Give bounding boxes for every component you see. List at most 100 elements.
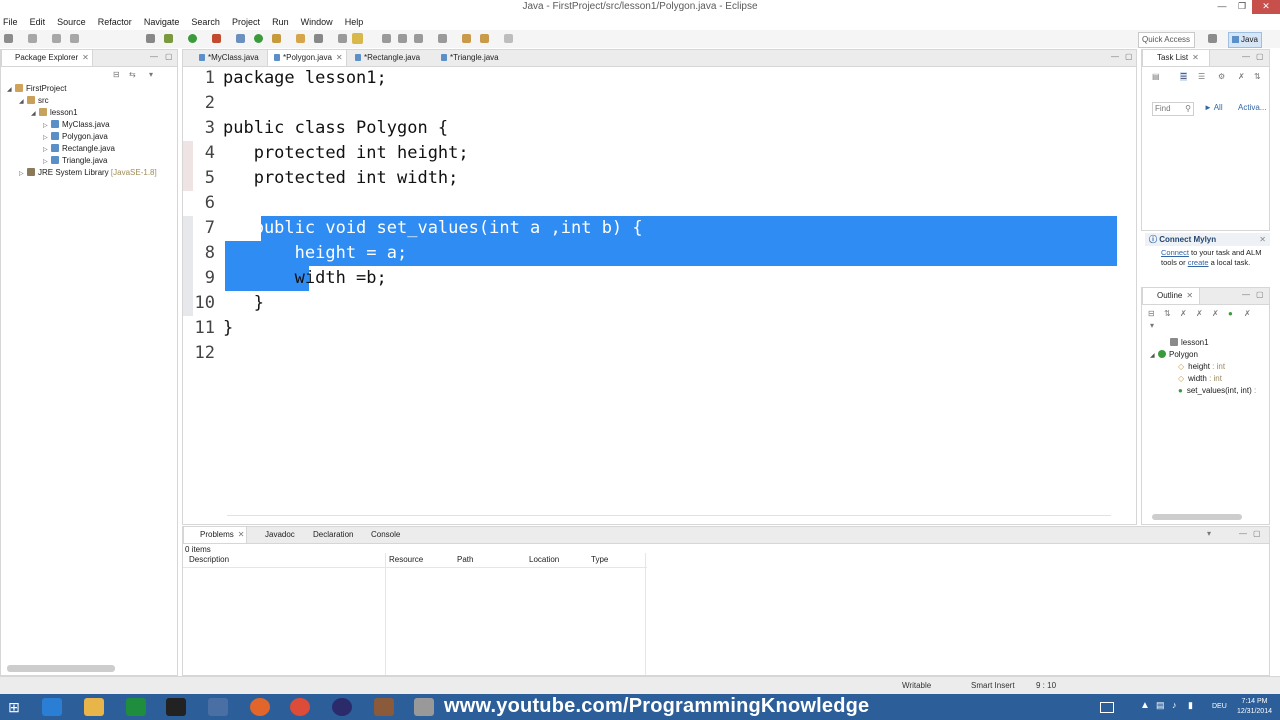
- block-selection-icon[interactable]: [398, 34, 407, 43]
- save-icon[interactable]: [28, 34, 37, 43]
- chrome-icon[interactable]: [290, 698, 310, 716]
- code-text[interactable]: package lesson1;: [223, 66, 387, 91]
- maximize-button[interactable]: ❐: [1232, 0, 1252, 14]
- code-text[interactable]: height = a;: [223, 241, 408, 266]
- tab-task-list[interactable]: Task List ✕: [1142, 50, 1210, 66]
- amazon-icon[interactable]: [166, 698, 186, 716]
- view-menu-icon[interactable]: ▾: [1207, 529, 1211, 538]
- hide-static-icon[interactable]: ✗: [1196, 309, 1203, 318]
- new-icon[interactable]: [4, 34, 13, 43]
- minimize-icon[interactable]: —: [150, 52, 158, 61]
- tab-outline[interactable]: Outline ✕: [1142, 288, 1200, 304]
- tree-item-file[interactable]: ▷ MyClass.java: [43, 119, 110, 131]
- new-java-project-icon[interactable]: [236, 34, 245, 43]
- maximize-icon[interactable]: ▢: [1256, 290, 1264, 299]
- code-text[interactable]: width =b;: [223, 266, 387, 291]
- menu-file[interactable]: File: [0, 14, 24, 30]
- outline-item-method[interactable]: ● set_values(int, int) :: [1178, 385, 1256, 397]
- menu-edit[interactable]: Edit: [27, 14, 52, 30]
- connect-link[interactable]: Connect: [1161, 248, 1189, 257]
- sort-icon[interactable]: ⇅: [1164, 309, 1171, 318]
- tab-rectangle[interactable]: *Rectangle.java: [351, 50, 431, 66]
- close-icon[interactable]: ✕: [336, 53, 343, 62]
- open-type-icon[interactable]: [296, 34, 305, 43]
- column-header[interactable]: Type: [591, 555, 608, 564]
- tab-declaration[interactable]: Declaration: [301, 527, 353, 543]
- tab-console[interactable]: Console: [359, 527, 400, 543]
- open-perspective-icon[interactable]: [1208, 34, 1217, 43]
- minimize-icon[interactable]: —: [1239, 529, 1247, 538]
- outline-item-field[interactable]: ◇ height : int: [1178, 361, 1225, 373]
- new-class-icon[interactable]: [272, 34, 281, 43]
- highlight-icon[interactable]: [352, 33, 363, 44]
- expand-icon[interactable]: ▷: [19, 168, 27, 180]
- eclipse-icon[interactable]: [332, 698, 352, 716]
- maximize-icon[interactable]: ▢: [1253, 529, 1261, 538]
- run-icon[interactable]: [188, 34, 197, 43]
- tree-item-project[interactable]: ◢ FirstProject: [7, 83, 66, 95]
- forward-icon[interactable]: [480, 34, 489, 43]
- close-icon[interactable]: ✕: [1259, 233, 1266, 246]
- link-editor-icon[interactable]: ⇆: [129, 70, 136, 79]
- tree-item-package[interactable]: ◢ lesson1: [31, 107, 78, 119]
- menu-navigate[interactable]: Navigate: [141, 14, 186, 30]
- print-icon[interactable]: [70, 34, 79, 43]
- tree-item-jre[interactable]: ▷ JRE System Library [JavaSE-1.8]: [19, 167, 157, 179]
- tab-triangle[interactable]: *Triangle.java: [437, 50, 517, 66]
- save-all-icon[interactable]: [52, 34, 61, 43]
- expand-icon[interactable]: ◢: [1150, 350, 1158, 362]
- expand-icon[interactable]: ◢: [7, 84, 15, 96]
- tree-item-src[interactable]: ◢ src: [19, 95, 49, 107]
- code-editor[interactable]: 1 package lesson1; 2 3 public class Polygo…: [183, 66, 1138, 530]
- find-input[interactable]: Find ⚲: [1152, 102, 1194, 116]
- hide-fields-icon[interactable]: ✗: [1180, 309, 1187, 318]
- back-icon[interactable]: [462, 34, 471, 43]
- view-menu-icon[interactable]: ▾: [149, 70, 153, 79]
- menu-source[interactable]: Source: [54, 14, 92, 30]
- code-text[interactable]: public class Polygon {: [223, 116, 448, 141]
- toggle-mark-icon[interactable]: [338, 34, 347, 43]
- activate-link[interactable]: Activa...: [1238, 103, 1266, 112]
- maximize-icon[interactable]: ▢: [165, 52, 173, 61]
- keyboard-icon[interactable]: [1100, 702, 1114, 713]
- code-text[interactable]: protected int width;: [223, 166, 459, 191]
- hide-completed-icon[interactable]: ✗: [1238, 72, 1245, 81]
- synchronize-icon[interactable]: ⇅: [1254, 72, 1261, 81]
- outline-item-package[interactable]: lesson1: [1162, 337, 1209, 349]
- link-editor-icon[interactable]: ✗: [1244, 309, 1251, 318]
- tab-polygon[interactable]: *Polygon.java ✕: [267, 50, 347, 66]
- windows-start-icon[interactable]: ⊞: [4, 698, 24, 716]
- outline-item-field[interactable]: ◇ width : int: [1178, 373, 1222, 385]
- scheduled-icon[interactable]: ☰: [1198, 72, 1205, 81]
- focus-icon[interactable]: ⚙: [1218, 72, 1225, 81]
- all-filter-link[interactable]: ► All: [1204, 103, 1223, 112]
- tab-package-explorer[interactable]: Package Explorer ✕: [1, 50, 93, 66]
- menu-window[interactable]: Window: [298, 14, 339, 30]
- close-icon[interactable]: ✕: [82, 53, 89, 62]
- menu-refactor[interactable]: Refactor: [95, 14, 138, 30]
- external-tools-icon[interactable]: [212, 34, 221, 43]
- column-header[interactable]: Description: [189, 555, 229, 564]
- quick-access-input[interactable]: Quick Access: [1138, 32, 1195, 48]
- outline-item-class[interactable]: ◢ Polygon: [1150, 349, 1198, 361]
- minimize-icon[interactable]: —: [1242, 52, 1250, 61]
- code-text[interactable]: protected int height;: [223, 141, 469, 166]
- close-button[interactable]: ✕: [1252, 0, 1280, 14]
- close-icon[interactable]: ✕: [238, 530, 245, 539]
- show-whitespace-icon[interactable]: [382, 34, 391, 43]
- tray-arrow-icon[interactable]: ▲: [1140, 700, 1150, 711]
- new-package-icon[interactable]: [254, 34, 263, 43]
- tab-javadoc[interactable]: Javadoc: [253, 527, 295, 543]
- system-clock[interactable]: 7:14 PM 12/31/2014: [1237, 697, 1272, 717]
- firefox-icon[interactable]: [250, 698, 270, 716]
- menu-help[interactable]: Help: [342, 14, 370, 30]
- debug-icon[interactable]: [164, 34, 173, 43]
- hide-local-icon[interactable]: ●: [1228, 309, 1233, 318]
- search-icon[interactable]: [314, 34, 323, 43]
- hide-nonpublic-icon[interactable]: ✗: [1212, 309, 1219, 318]
- file-explorer-icon[interactable]: [84, 698, 104, 716]
- new-task-icon[interactable]: ▤: [1152, 72, 1160, 81]
- app-icon[interactable]: [374, 698, 394, 716]
- prev-annotation-icon[interactable]: [438, 34, 447, 43]
- menu-search[interactable]: Search: [188, 14, 226, 30]
